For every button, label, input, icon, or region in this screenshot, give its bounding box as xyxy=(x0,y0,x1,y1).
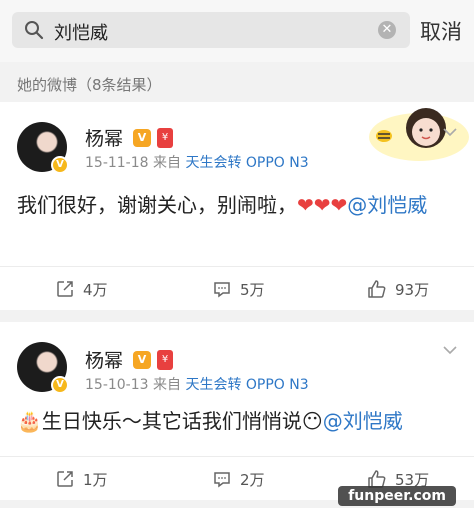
username[interactable]: 杨幂 xyxy=(85,124,123,151)
post-body: 生日快乐～其它话我们悄悄说 xyxy=(41,409,302,433)
cancel-button[interactable]: 取消 xyxy=(420,16,462,46)
share-count: 1万 xyxy=(83,470,108,489)
chevron-down-icon[interactable] xyxy=(442,342,458,358)
comment-button[interactable]: 2万 xyxy=(212,457,265,501)
comment-count: 5万 xyxy=(240,280,265,299)
post-meta: 15-10-13 来自 天生会转 OPPO N3 xyxy=(85,374,309,394)
share-count: 4万 xyxy=(83,280,108,299)
like-icon xyxy=(368,280,386,298)
vip-badge-icon: V xyxy=(133,351,151,369)
mention-link[interactable]: @刘恺威 xyxy=(323,409,403,433)
section-header: 她的微博（8条结果） xyxy=(0,64,474,102)
via-label: 来自 xyxy=(153,155,181,171)
comment-count: 2万 xyxy=(240,470,265,489)
avatar[interactable]: V xyxy=(17,122,69,174)
post-text: 我们很好，谢谢关心，别闹啦，❤❤❤@刘恺威 xyxy=(17,190,457,220)
search-icon xyxy=(25,21,44,40)
verified-icon: V xyxy=(51,376,69,394)
action-bar: 4万 5万 93万 xyxy=(0,266,474,310)
post-date: 15-11-18 xyxy=(85,155,149,171)
share-icon xyxy=(57,281,73,297)
post-date: 15-10-13 xyxy=(85,377,149,393)
post-body: 我们很好，谢谢关心，别闹啦， xyxy=(17,193,297,217)
share-button[interactable]: 4万 xyxy=(55,267,108,311)
avatar[interactable]: V xyxy=(17,342,69,394)
share-button[interactable]: 1万 xyxy=(55,457,108,501)
verified-icon: V xyxy=(51,156,69,174)
post-card[interactable]: V 杨幂 V ¥ 15-10-13 来自 天生会转 OPPO N3 🎂生日快乐～… xyxy=(0,322,474,500)
search-query: 刘恺威 xyxy=(54,23,108,44)
search-bar: 刘恺威 ✕ 取消 xyxy=(0,0,474,62)
comment-icon xyxy=(214,282,230,298)
post-source[interactable]: 天生会转 OPPO N3 xyxy=(185,377,308,393)
comment-icon xyxy=(214,472,230,488)
section-title: 她的微博（8条结果） xyxy=(17,76,162,94)
post-source[interactable]: 天生会转 OPPO N3 xyxy=(185,155,308,171)
search-input[interactable]: 刘恺威 ✕ xyxy=(12,12,410,48)
username[interactable]: 杨幂 xyxy=(85,346,123,373)
red-badge-icon: ¥ xyxy=(157,350,173,370)
chevron-down-icon[interactable] xyxy=(442,124,458,140)
post-card[interactable]: V 杨幂 V ¥ 15-11-18 来自 天生会转 OPPO N3 我们很好，谢… xyxy=(0,102,474,310)
heart-emoji: ❤❤❤ xyxy=(297,193,348,217)
vip-badge-icon: V xyxy=(133,129,151,147)
red-badge-icon: ¥ xyxy=(157,128,173,148)
like-button[interactable]: 93万 xyxy=(367,267,429,311)
share-icon xyxy=(57,471,73,487)
comment-button[interactable]: 5万 xyxy=(212,267,265,311)
via-label: 来自 xyxy=(153,377,181,393)
clear-icon[interactable]: ✕ xyxy=(378,21,396,39)
cake-emoji: 🎂 xyxy=(17,409,42,433)
post-text: 🎂生日快乐～其它话我们悄悄说😶@刘恺威 xyxy=(17,406,457,436)
like-count: 93万 xyxy=(395,280,430,299)
post-meta: 15-11-18 来自 天生会转 OPPO N3 xyxy=(85,152,309,172)
shy-emoji: 😶 xyxy=(301,409,323,433)
watermark: funpeer.com xyxy=(338,486,456,506)
mention-link[interactable]: @刘恺威 xyxy=(347,193,427,217)
